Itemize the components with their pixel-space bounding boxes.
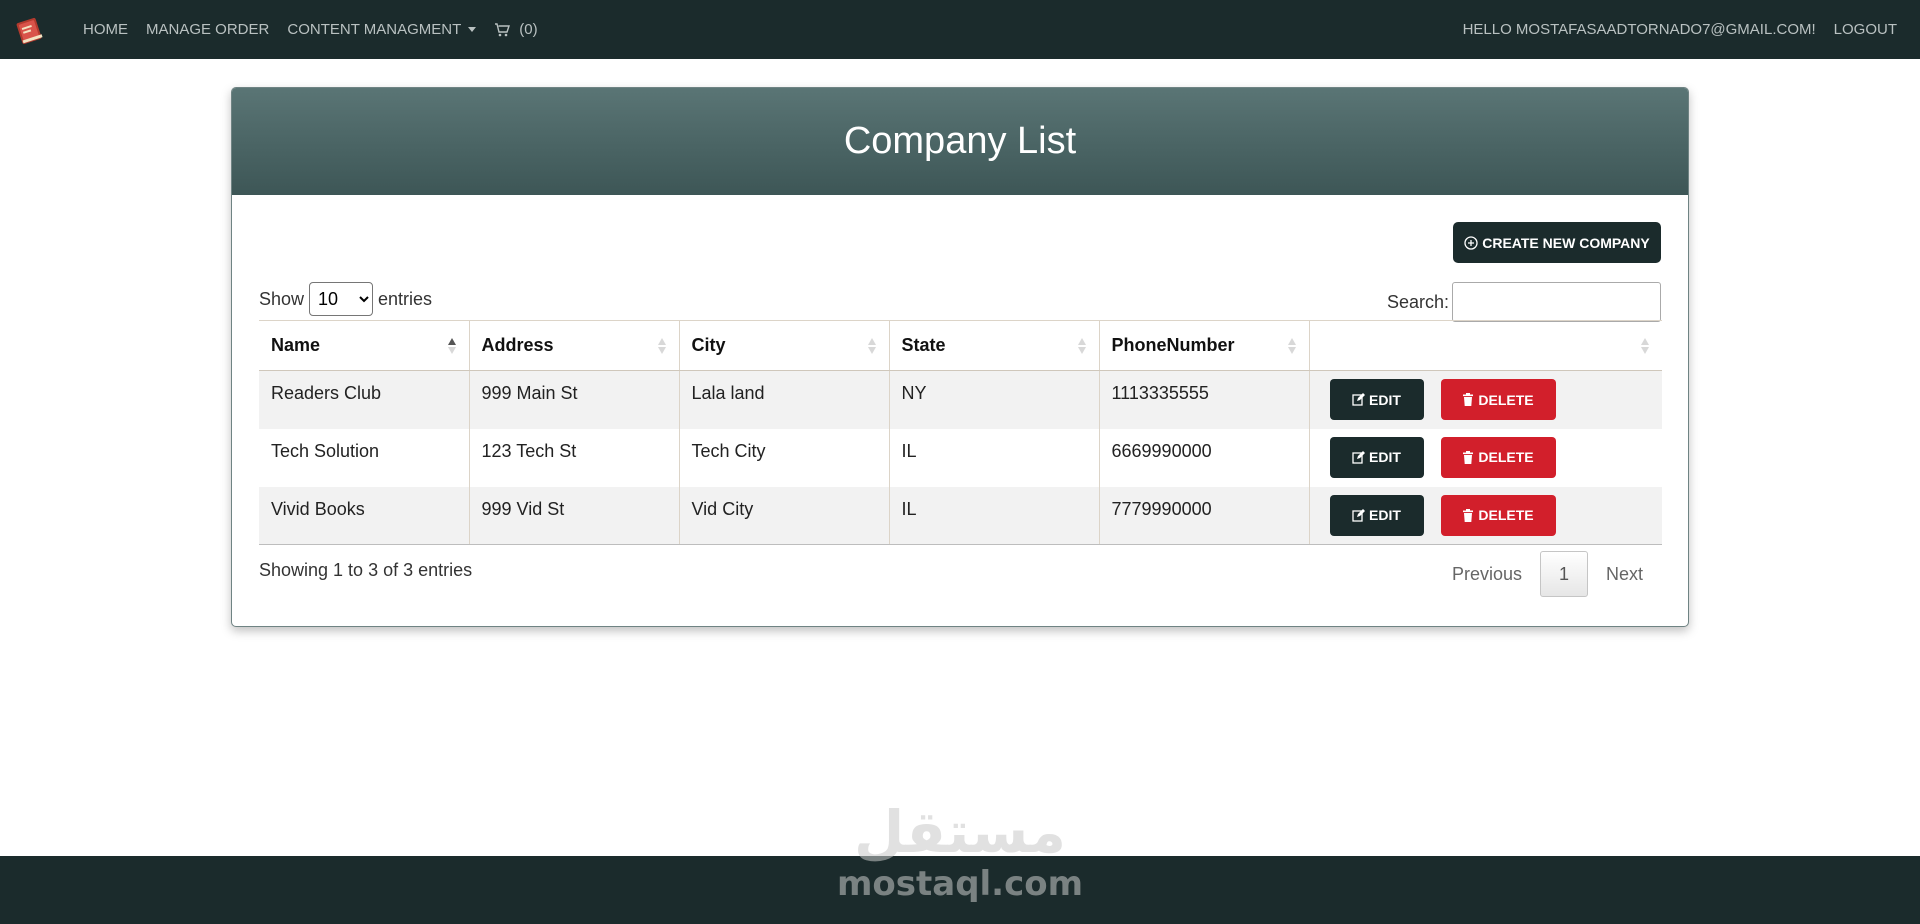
- cell-state: NY: [889, 370, 1100, 429]
- company-table: Name Address City State PhoneNumber Read…: [259, 320, 1662, 545]
- column-header-actions[interactable]: [1309, 320, 1662, 371]
- column-header-label: State: [901, 335, 946, 355]
- delete-button[interactable]: DELETE: [1440, 379, 1556, 420]
- cart-icon: [495, 22, 511, 36]
- pagination: Previous 1 Next: [1434, 551, 1661, 597]
- column-header-label: Name: [271, 335, 321, 355]
- edit-button[interactable]: EDIT: [1329, 379, 1424, 420]
- delete-button[interactable]: DELETE: [1440, 436, 1556, 478]
- sort-both-icon: [867, 337, 876, 354]
- cell-name: Vivid Books: [259, 486, 470, 545]
- plus-circle-icon: [1464, 235, 1478, 250]
- trash-icon: [1463, 393, 1474, 406]
- nav-cart-link[interactable]: (0): [485, 21, 546, 38]
- delete-button[interactable]: DELETE: [1440, 494, 1556, 536]
- caret-down-icon: [468, 27, 477, 32]
- nav-content-management-dropdown[interactable]: CONTENT MANAGMENT: [278, 21, 485, 38]
- page-length-select[interactable]: 10: [309, 282, 374, 316]
- cell-actions: EDIT DELETE: [1309, 486, 1662, 545]
- cell-phone: 6669990000: [1099, 428, 1310, 487]
- column-header-label: Address: [481, 335, 554, 355]
- previous-page-button[interactable]: Previous: [1434, 564, 1540, 585]
- column-header-label: PhoneNumber: [1111, 335, 1235, 355]
- entries-label: entries: [378, 288, 433, 309]
- table-header-row: Name Address City State PhoneNumber: [259, 320, 1662, 371]
- create-new-company-button[interactable]: CREATE NEW COMPANY: [1453, 222, 1661, 263]
- column-header-phone[interactable]: PhoneNumber: [1099, 320, 1310, 371]
- logout-link[interactable]: LOGOUT: [1825, 21, 1906, 38]
- cell-phone: 7779990000: [1099, 486, 1310, 545]
- nav-home-link[interactable]: HOME: [74, 21, 137, 38]
- cell-city: Tech City: [679, 428, 890, 487]
- create-new-company-label: CREATE NEW COMPANY: [1482, 234, 1650, 251]
- sort-both-icon: [657, 337, 666, 354]
- cell-city: Vid City: [679, 486, 890, 545]
- watermark-arabic-text: مستقل: [853, 798, 1067, 866]
- cell-address: 999 Main St: [469, 370, 680, 429]
- cell-actions: EDIT DELETE: [1309, 429, 1662, 487]
- search-label: Search:: [1386, 291, 1449, 312]
- sort-both-icon: [1077, 337, 1086, 354]
- cell-address: 123 Tech St: [469, 428, 680, 487]
- edit-label: EDIT: [1369, 391, 1401, 408]
- delete-label: DELETE: [1478, 391, 1534, 408]
- top-navbar: HOME MANAGE ORDER CONTENT MANAGMENT (0) …: [0, 0, 1920, 59]
- content-management-label: CONTENT MANAGMENT: [287, 21, 462, 38]
- search-input[interactable]: [1452, 282, 1661, 322]
- cell-state: IL: [889, 428, 1100, 487]
- cell-name: Readers Club: [259, 370, 470, 429]
- nav-manage-order-link[interactable]: MANAGE ORDER: [137, 21, 278, 38]
- cell-actions: EDIT DELETE: [1309, 370, 1662, 429]
- user-greeting[interactable]: HELLO MOSTAFASAADTORNADO7@GMAIL.COM!: [1454, 21, 1825, 38]
- show-label: Show: [259, 288, 305, 309]
- trash-icon: [1463, 508, 1474, 522]
- book-logo-icon[interactable]: [14, 14, 46, 46]
- edit-icon: [1352, 450, 1366, 464]
- edit-icon: [1352, 508, 1366, 522]
- delete-label: DELETE: [1478, 449, 1534, 465]
- cart-count: (0): [519, 21, 538, 38]
- trash-icon: [1463, 450, 1474, 464]
- column-header-name[interactable]: Name: [259, 320, 470, 371]
- edit-button[interactable]: EDIT: [1329, 494, 1424, 536]
- column-header-city[interactable]: City: [679, 320, 890, 371]
- cell-name: Tech Solution: [259, 428, 470, 487]
- next-page-button[interactable]: Next: [1588, 564, 1661, 585]
- page-footer: [0, 856, 1920, 924]
- sort-both-icon: [1287, 337, 1296, 354]
- search-control: Search:: [1387, 282, 1661, 322]
- table-row: Readers Club 999 Main St Lala land NY 11…: [259, 370, 1662, 429]
- cell-state: IL: [889, 486, 1100, 545]
- sort-both-icon: [1641, 337, 1649, 354]
- edit-label: EDIT: [1369, 449, 1401, 465]
- table-info: Showing 1 to 3 of 3 entries: [259, 560, 473, 580]
- column-header-address[interactable]: Address: [469, 320, 680, 371]
- table-row: Tech Solution 123 Tech St Tech City IL 6…: [259, 428, 1662, 487]
- sort-ascending-icon: [447, 337, 456, 354]
- delete-label: DELETE: [1478, 507, 1534, 523]
- cell-phone: 1113335555: [1099, 370, 1310, 429]
- company-table-wrapper: Name Address City State PhoneNumber Read…: [259, 320, 1662, 545]
- card-header: Company List: [232, 88, 1688, 195]
- table-row: Vivid Books 999 Vid St Vid City IL 77799…: [259, 486, 1662, 545]
- page-1-button[interactable]: 1: [1539, 551, 1588, 597]
- column-header-label: City: [691, 335, 726, 355]
- company-list-card: Company List CREATE NEW COMPANY Show 10 …: [231, 87, 1689, 627]
- cell-city: Lala land: [679, 370, 890, 429]
- cell-address: 999 Vid St: [469, 486, 680, 545]
- page-title: Company List: [843, 120, 1077, 162]
- column-header-state[interactable]: State: [889, 320, 1100, 371]
- edit-label: EDIT: [1369, 507, 1401, 523]
- edit-button[interactable]: EDIT: [1329, 436, 1424, 478]
- edit-icon: [1352, 393, 1366, 406]
- page-length-control: Show 10 entries: [259, 282, 432, 316]
